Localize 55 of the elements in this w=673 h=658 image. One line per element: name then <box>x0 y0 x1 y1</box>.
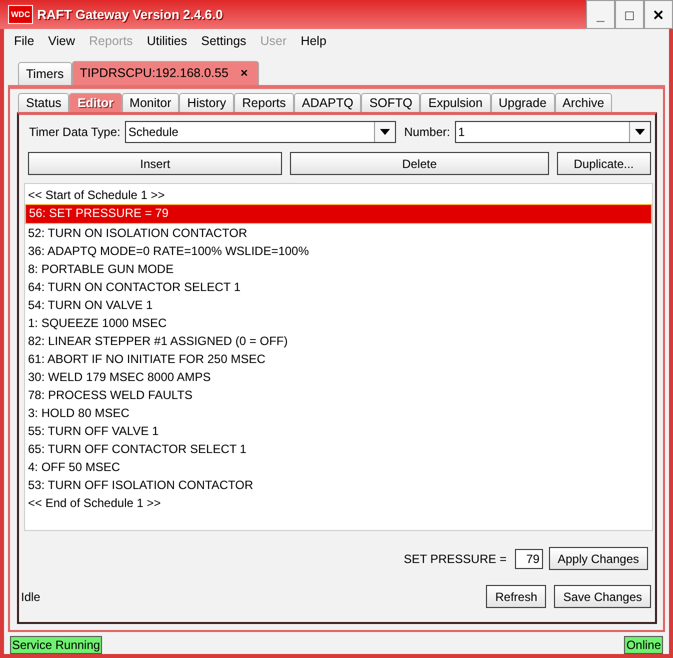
menu-item[interactable]: Help <box>300 34 326 48</box>
close-tab-button[interactable]: × <box>240 66 248 80</box>
schedule-step[interactable]: 55: TURN OFF VALVE 1 <box>25 422 652 440</box>
menu-item[interactable]: Settings <box>201 34 246 48</box>
window-title: RAFT Gateway Version 2.4.6.0 <box>37 7 223 22</box>
parameter-input[interactable]: 79 <box>514 548 543 568</box>
tab[interactable]: Upgrade <box>490 93 555 112</box>
connection-status: Online <box>624 636 663 654</box>
minimize-button[interactable]: _ <box>586 0 615 29</box>
schedule-step[interactable]: 1: SQUEEZE 1000 MSEC <box>25 314 652 332</box>
field-label: Number: <box>404 125 450 139</box>
tab[interactable]: ADAPTQ <box>294 93 362 112</box>
duplicate-button[interactable]: Duplicate... <box>556 152 652 175</box>
insert-button[interactable]: Insert <box>28 152 282 175</box>
tab[interactable]: Monitor <box>122 93 180 112</box>
schedule-step[interactable]: 53: TURN OFF ISOLATION CONTACTOR <box>25 476 652 494</box>
tab[interactable]: Reports <box>234 93 294 112</box>
close-button[interactable]: ✕ <box>644 0 673 29</box>
menu-item[interactable]: View <box>48 34 76 48</box>
field-label: Timer Data Type: <box>29 125 120 139</box>
menu-item[interactable]: Utilities <box>146 34 188 48</box>
schedule-step[interactable]: 36: ADAPTQ MODE=0 RATE=100% WSLIDE=100% <box>25 242 652 260</box>
schedule-step[interactable]: 56: SET PRESSURE = 79 <box>25 204 652 224</box>
connection-tab[interactable]: TIPDRSCPU:192.168.0.55 × <box>72 61 259 85</box>
schedule-step[interactable]: 78: PROCESS WELD FAULTS <box>25 386 652 404</box>
app-logo-icon: WDC <box>8 5 34 24</box>
schedule-step[interactable]: 61: ABORT IF NO INITIATE FOR 250 MSEC <box>25 350 652 368</box>
refresh-button[interactable]: Refresh <box>486 585 546 608</box>
schedule-step[interactable]: 8: PORTABLE GUN MODE <box>25 260 652 278</box>
apply-changes-button[interactable]: Apply Changes <box>548 547 648 570</box>
schedule-step[interactable]: 54: TURN ON VALVE 1 <box>25 296 652 314</box>
schedule-step[interactable]: 52: TURN ON ISOLATION CONTACTOR <box>25 224 652 242</box>
schedule-step[interactable]: << Start of Schedule 1 >> <box>25 186 652 204</box>
schedule-step[interactable]: 64: TURN ON CONTACTOR SELECT 1 <box>25 278 652 296</box>
tab[interactable]: Archive <box>554 93 612 112</box>
tab[interactable]: History <box>179 93 234 112</box>
delete-button[interactable]: Delete <box>290 152 548 175</box>
schedule-step[interactable]: << End of Schedule 1 >> <box>25 494 652 512</box>
menu-item[interactable]: File <box>14 34 34 48</box>
service-status: Service Running <box>10 636 102 654</box>
tab[interactable]: SOFTQ <box>361 93 420 112</box>
number-dropdown[interactable]: 1 <box>455 121 651 143</box>
schedule-step[interactable]: 82: LINEAR STEPPER #1 ASSIGNED (0 = OFF) <box>25 332 652 350</box>
save-changes-button[interactable]: Save Changes <box>554 585 651 608</box>
schedule-step[interactable]: 4: OFF 50 MSEC <box>25 458 652 476</box>
schedule-step[interactable]: 3: HOLD 80 MSEC <box>25 404 652 422</box>
maximize-button[interactable]: □ <box>615 0 644 29</box>
schedule-step[interactable]: 65: TURN OFF CONTACTOR SELECT 1 <box>25 440 652 458</box>
timer-type-dropdown[interactable]: Schedule <box>125 121 396 143</box>
tab[interactable]: Status <box>18 93 70 112</box>
parameter-label: SET PRESSURE = <box>404 552 507 566</box>
schedule-step[interactable]: 30: WELD 179 MSEC 8000 AMPS <box>25 368 652 386</box>
tab[interactable]: Expulsion <box>420 93 491 112</box>
connection-tab[interactable]: Timers <box>18 62 72 85</box>
status-text: Idle <box>21 590 40 604</box>
